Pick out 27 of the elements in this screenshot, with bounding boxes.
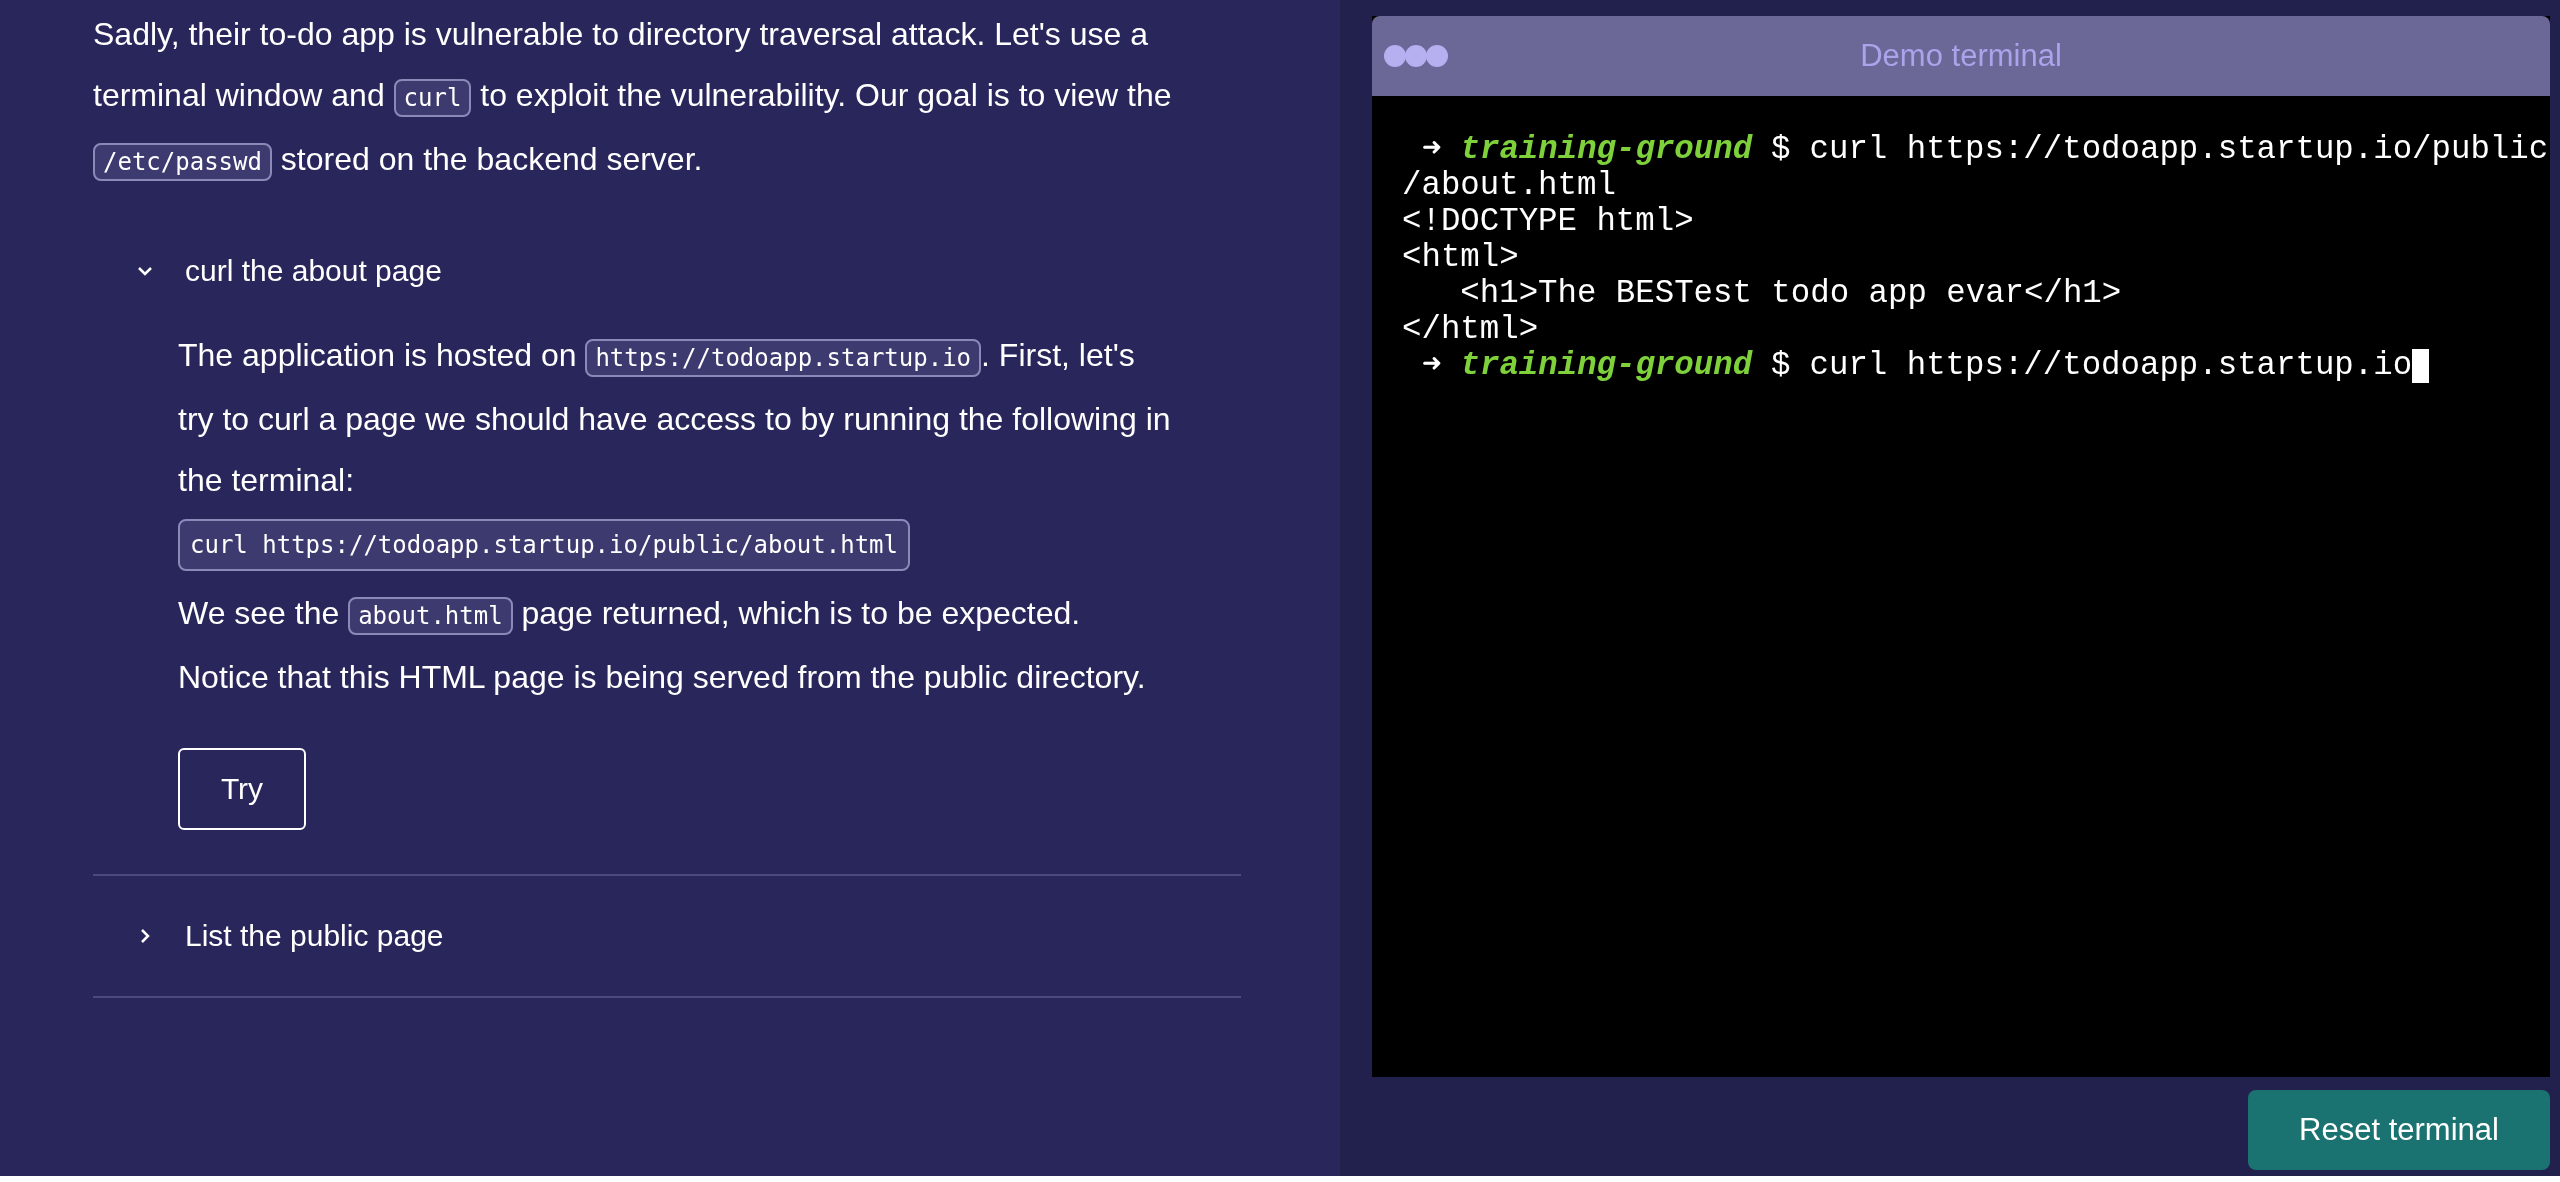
terminal-output: </html> (1402, 312, 1539, 348)
terminal-output: <!DOCTYPE html> (1402, 204, 1694, 240)
accordion-header[interactable]: List the public page (93, 876, 1241, 996)
terminal-output: <h1>The BESTest todo app evar</h1> (1459, 276, 2122, 312)
terminal-command: curl https://todoapp.startup.io (1809, 348, 2413, 384)
paragraph: We see the about.html page returned, which is to be expected. Notice that this HTML page is being served from the public directory. (178, 594, 1147, 697)
accordion-header[interactable]: curl the about page (93, 221, 1241, 321)
terminal-output: /about.html (1402, 168, 1616, 204)
prompt-arrow: ➜ (1421, 132, 1442, 168)
paragraph: Sadly, their to-do app is vulnerable to directory traversal attack. Let's use a terminal window and curl to exploit the vulnerability. Our goal is to view the /etc/passwd stored on the backend server. (93, 4, 1241, 193)
terminal-output: <html> (1402, 240, 1519, 276)
prompt-arrow: ➜ (1421, 348, 1442, 384)
window-dots-icon (1384, 45, 1448, 67)
prompt-symbol: $ (1771, 132, 1791, 168)
prompt-host: training-ground (1460, 348, 1753, 384)
terminal-command: curl https://todoapp.startup.io/public (1809, 132, 2549, 168)
prompt-host: training-ground (1460, 132, 1753, 168)
inline-code: about.html (348, 597, 513, 635)
reset-terminal-button[interactable]: Reset terminal (2248, 1090, 2550, 1170)
paragraph: The application is hosted on https://todoapp.startup.io . First, let's try to curl a page we should have access to by running the following in the terminal: (178, 336, 1172, 500)
code-block: curl https://todoapp.startup.io/public/about.html (178, 519, 910, 571)
prompt-symbol: $ (1771, 348, 1791, 384)
inline-code: /etc/passwd (93, 143, 272, 181)
inline-code: https://todoapp.startup.io (585, 339, 982, 377)
inline-code: curl (393, 79, 472, 117)
terminal-title: Demo terminal (1859, 38, 2063, 74)
try-button[interactable]: Try (178, 748, 306, 830)
